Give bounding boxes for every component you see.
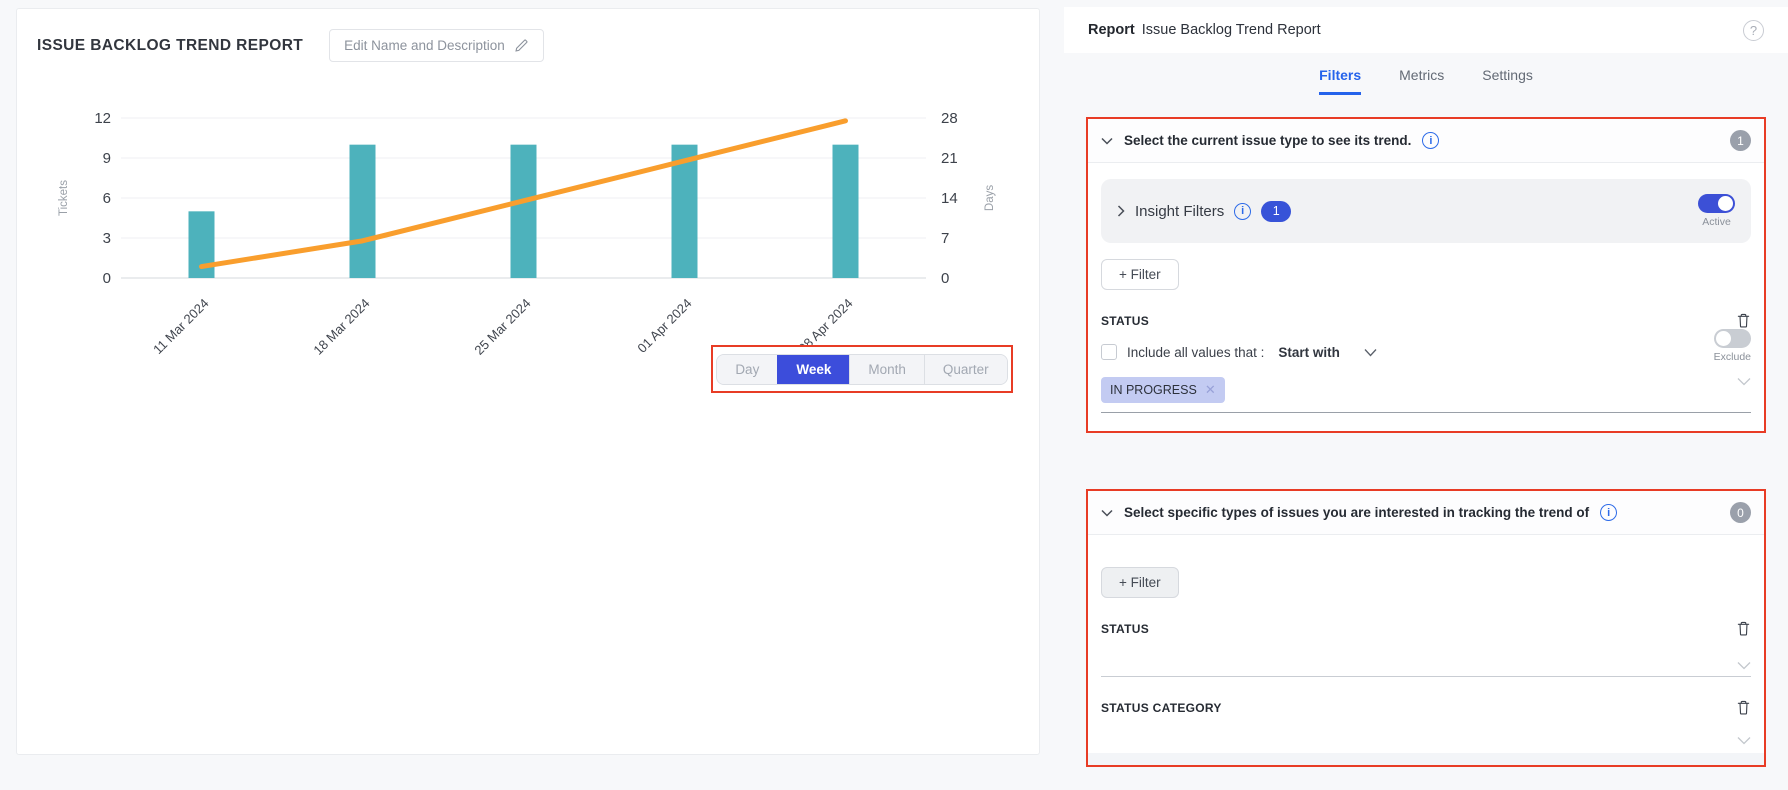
insight-filters-count-pill[interactable]: 1 (1261, 201, 1291, 222)
report-settings-panel: Report Issue Backlog Trend Report ? Filt… (1064, 0, 1788, 790)
tab-filters[interactable]: Filters (1319, 67, 1361, 95)
include-values-row: Include all values that : Start with Exc… (1101, 341, 1751, 363)
exclude-toggle-label: Exclude (1714, 351, 1751, 363)
status-field-row: STATUS (1101, 312, 1751, 329)
insight-filters-label: Insight Filters (1135, 203, 1224, 220)
annotation-box-period-toggle: DayWeekMonthQuarter (711, 345, 1013, 393)
exclude-toggle[interactable] (1714, 329, 1751, 348)
include-all-checkbox[interactable] (1101, 344, 1117, 360)
filter-count-badge: 0 (1730, 502, 1751, 523)
right-axis-tick: 28 (941, 110, 958, 127)
chevron-down-icon[interactable] (1737, 736, 1751, 745)
toggle-knob (1718, 196, 1733, 211)
left-axis-tick: 6 (103, 190, 111, 207)
chevron-down-icon[interactable] (1101, 509, 1113, 517)
chevron-right-icon[interactable] (1117, 205, 1125, 217)
info-icon[interactable] (1600, 504, 1617, 521)
insight-filters-box[interactable]: Insight Filters 1 Active (1101, 179, 1751, 243)
right-axis-tick: 7 (941, 230, 949, 247)
x-axis-label: 18 Mar 2024 (310, 296, 372, 358)
status-field-label: STATUS (1101, 314, 1149, 328)
section-body-specific-issue-types: + Filter STATUS STATUS CATEGORY (1088, 535, 1764, 765)
help-icon[interactable]: ? (1743, 20, 1764, 41)
status-category-field-label: STATUS CATEGORY (1101, 701, 1222, 715)
status-category-field-row: STATUS CATEGORY (1101, 699, 1751, 716)
status-category-values-input[interactable] (1101, 736, 1751, 745)
panel-tabs: Filters Metrics Settings (1064, 67, 1788, 95)
trash-icon[interactable] (1736, 699, 1751, 716)
trash-icon[interactable] (1736, 312, 1751, 329)
left-axis-title: Tickets (58, 180, 70, 216)
report-card: ISSUE BACKLOG TREND REPORT Edit Name and… (16, 8, 1040, 755)
trend-chart: 0 3 6 9 12 0 7 14 21 28 Tickets Days 11 Mar 2024 18 M… (41, 72, 1015, 430)
edit-name-description-button[interactable]: Edit Name and Description (329, 29, 544, 62)
left-axis-tick: 3 (103, 230, 111, 247)
section-body-current-issue-type: Insight Filters 1 Active + Filter STATUS… (1088, 163, 1764, 431)
left-axis-tick: 0 (103, 270, 111, 287)
status-values-input[interactable] (1101, 661, 1751, 677)
left-axis-tick: 9 (103, 150, 111, 167)
edit-button-label: Edit Name and Description (344, 38, 505, 53)
toggle-knob (1716, 331, 1731, 346)
trash-icon[interactable] (1736, 620, 1751, 637)
segment-day[interactable]: Day (717, 355, 777, 384)
annotation-box-current-issue-type-section: Select the current issue type to see its… (1086, 117, 1766, 433)
panel-header-title: Issue Backlog Trend Report (1142, 22, 1321, 38)
section-header-current-issue-type[interactable]: Select the current issue type to see its… (1088, 119, 1764, 163)
x-axis-label: 01 Apr 2024 (634, 296, 694, 356)
bar-25 Mar 2024 (511, 145, 537, 278)
info-icon[interactable] (1422, 132, 1439, 149)
page-title: ISSUE BACKLOG TREND REPORT (37, 37, 303, 55)
bar-18 Mar 2024 (350, 145, 376, 278)
bar-08 Apr 2024 (833, 145, 859, 278)
add-filter-button[interactable]: + Filter (1101, 567, 1179, 598)
panel-header-label: Report (1088, 22, 1135, 38)
report-card-header: ISSUE BACKLOG TREND REPORT Edit Name and… (17, 9, 1039, 66)
input-strip (1088, 753, 1764, 765)
segment-week[interactable]: Week (777, 355, 849, 384)
active-toggle[interactable] (1698, 194, 1735, 213)
right-axis-tick: 0 (941, 270, 949, 287)
filter-count-badge: 1 (1730, 130, 1751, 151)
left-axis-tick: 12 (94, 110, 111, 127)
tab-metrics[interactable]: Metrics (1399, 67, 1444, 95)
status-value-chip[interactable]: IN PROGRESS (1101, 377, 1225, 403)
section-header-specific-issue-types[interactable]: Select specific types of issues you are … (1088, 491, 1764, 535)
status-field-label: STATUS (1101, 622, 1149, 636)
pencil-icon (514, 38, 529, 53)
right-axis-title: Days (984, 185, 996, 211)
include-all-label: Include all values that : (1127, 345, 1264, 360)
add-filter-button[interactable]: + Filter (1101, 259, 1179, 290)
chevron-down-icon[interactable] (1364, 348, 1377, 357)
right-axis-tick: 21 (941, 150, 958, 167)
panel-header: Report Issue Backlog Trend Report ? (1064, 7, 1788, 53)
segment-quarter[interactable]: Quarter (924, 355, 1007, 384)
status-field-row: STATUS (1101, 620, 1751, 637)
chevron-down-icon[interactable] (1737, 377, 1751, 386)
tab-settings[interactable]: Settings (1482, 67, 1533, 95)
info-icon[interactable] (1234, 203, 1251, 220)
segment-month[interactable]: Month (849, 355, 924, 384)
chevron-down-icon[interactable] (1737, 661, 1751, 670)
section-title: Select specific types of issues you are … (1124, 505, 1589, 520)
x-axis-label: 11 Mar 2024 (150, 296, 212, 358)
chip-label: IN PROGRESS (1110, 383, 1197, 397)
section-title: Select the current issue type to see its… (1124, 133, 1411, 148)
chevron-down-icon[interactable] (1101, 137, 1113, 145)
period-toggle: DayWeekMonthQuarter (716, 354, 1007, 385)
chip-remove-icon[interactable] (1205, 382, 1216, 398)
annotation-box-specific-issue-types-section: Select specific types of issues you are … (1086, 489, 1766, 767)
x-axis-label: 25 Mar 2024 (471, 296, 533, 358)
status-values-input[interactable]: IN PROGRESS (1101, 377, 1751, 413)
active-toggle-label: Active (1702, 216, 1731, 228)
right-axis-tick: 14 (941, 190, 958, 207)
match-operator-value[interactable]: Start with (1278, 345, 1340, 360)
